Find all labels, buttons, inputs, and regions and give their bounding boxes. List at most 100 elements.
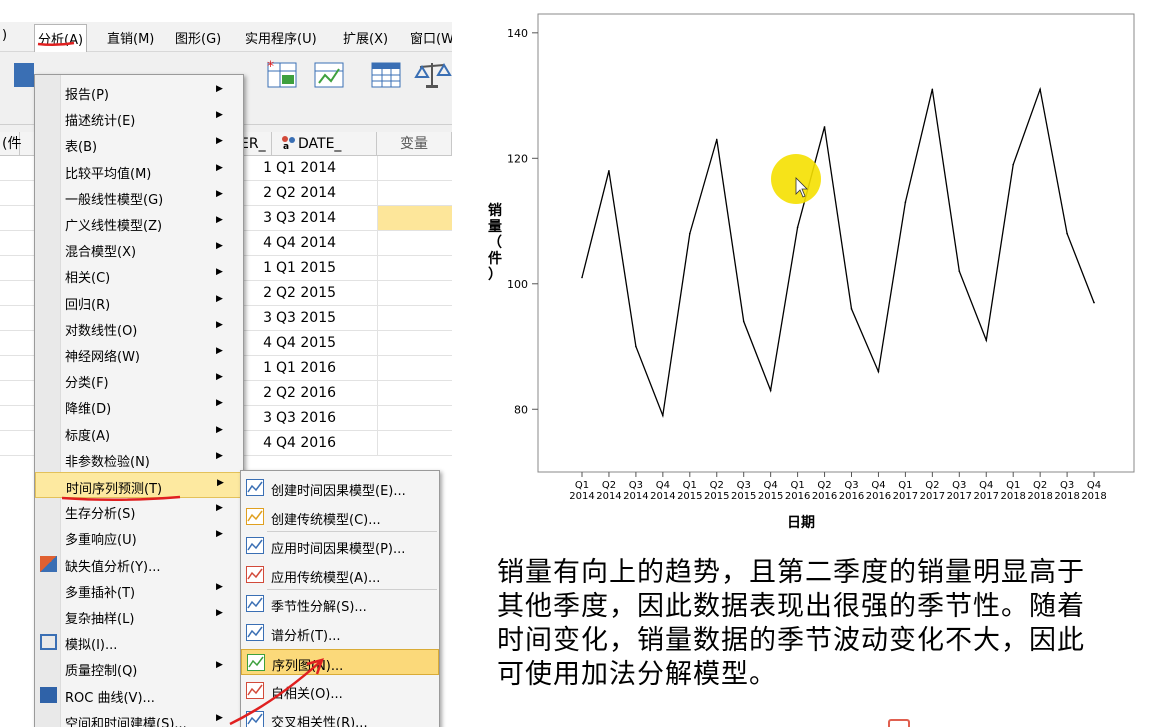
insert-cases-icon[interactable]: *: [264, 57, 300, 91]
x-tick-label-quarter: Q3: [952, 480, 966, 491]
x-tick-label-year: 2016: [785, 491, 810, 502]
y-tick-label: 80: [514, 403, 528, 416]
weight-cases-icon[interactable]: [414, 57, 452, 91]
cell-new-variable[interactable]: [377, 281, 452, 305]
cell-new-variable[interactable]: [377, 431, 452, 455]
cell-new-variable[interactable]: [377, 306, 452, 330]
cell-date[interactable]: Q1 2015: [276, 256, 376, 280]
analyze-menu-item[interactable]: 分类(F) ▶: [35, 367, 243, 393]
analyze-menu-item[interactable]: 复杂抽样(L) ▶: [35, 603, 243, 629]
analyze-menu-item[interactable]: ROC 曲线(V)...: [35, 682, 243, 708]
analyze-menu-item[interactable]: 比较平均值(M) ▶: [35, 158, 243, 184]
cell-new-variable[interactable]: [377, 231, 452, 255]
x-tick-label-year: 2015: [758, 491, 783, 502]
analyze-menu-item[interactable]: 一般线性模型(G) ▶: [35, 184, 243, 210]
analyze-menu-item[interactable]: 混合模型(X) ▶: [35, 236, 243, 262]
menu-window[interactable]: 窗口(W: [410, 28, 452, 47]
menu-item-label: 季节性分解(S)...: [271, 600, 367, 615]
create-traditional-model-icon: [246, 508, 264, 525]
x-tick-label-quarter: Q3: [629, 480, 643, 491]
analyze-menu-item[interactable]: 非参数检验(N) ▶: [35, 446, 243, 472]
menu-item-label: 缺失值分析(Y)...: [65, 559, 161, 575]
analyze-menu-item[interactable]: 质量控制(Q) ▶: [35, 655, 243, 681]
time-series-submenu-item[interactable]: 应用传统模型(A)...: [241, 562, 439, 588]
cell-new-variable[interactable]: [377, 406, 452, 430]
x-tick-label-year: 2016: [866, 491, 891, 502]
x-tick-label-year: 2014: [650, 491, 675, 502]
svg-text:*: *: [267, 59, 274, 75]
time-series-submenu-item[interactable]: 季节性分解(S)...: [241, 591, 439, 617]
analyze-menu-item[interactable]: 多重响应(U) ▶: [35, 524, 243, 550]
y-tick-label: 120: [507, 152, 528, 165]
analyze-menu-item[interactable]: 标度(A) ▶: [35, 420, 243, 446]
cell-date[interactable]: Q1 2016: [276, 356, 376, 380]
analyze-menu-item[interactable]: 缺失值分析(Y)...: [35, 551, 243, 577]
cell-new-variable[interactable]: [377, 206, 452, 230]
x-axis-label: 日期: [787, 515, 815, 531]
partial-icon-bottom: [888, 719, 910, 727]
column-header-date-label: DATE_: [298, 136, 342, 152]
time-series-submenu-item[interactable]: 创建传统模型(C)...: [241, 504, 439, 530]
y-axis-label-char: （: [488, 235, 502, 251]
menu-extensions[interactable]: 扩展(X): [343, 28, 388, 47]
time-series-submenu-item[interactable]: 应用时间因果模型(P)...: [241, 533, 439, 559]
split-file-icon[interactable]: [368, 57, 404, 91]
insert-variable-icon[interactable]: [311, 57, 347, 91]
menu-direct-marketing[interactable]: 直销(M): [107, 28, 154, 47]
cell-date[interactable]: Q3 2015: [276, 306, 376, 330]
analyze-menu-item[interactable]: 描述统计(E) ▶: [35, 105, 243, 131]
x-tick-label-year: 2015: [677, 491, 702, 502]
cell-date[interactable]: Q3 2014: [276, 206, 376, 230]
time-series-submenu-item[interactable]: 谱分析(T)...: [241, 620, 439, 646]
column-header-var-partial[interactable]: ER_: [240, 132, 272, 156]
x-tick-label-quarter: Q1: [575, 480, 589, 491]
analyze-menu: 报告(P) ▶ 描述统计(E) ▶ 表(B) ▶ 比较平均值(M) ▶ 一般线性模型(G) ▶ 广义…: [34, 74, 244, 727]
cell-new-variable[interactable]: [377, 356, 452, 380]
cell-date[interactable]: Q4 2014: [276, 231, 376, 255]
menu-item-label: 表(B): [65, 140, 98, 156]
cell-date[interactable]: Q2 2014: [276, 181, 376, 205]
analyze-menu-item[interactable]: 报告(P) ▶: [35, 79, 243, 105]
y-axis-label-char: ）: [488, 267, 502, 283]
cell-date[interactable]: Q2 2015: [276, 281, 376, 305]
column-header-new-variable[interactable]: 变量: [377, 132, 452, 156]
analyze-menu-item[interactable]: 回归(R) ▶: [35, 289, 243, 315]
cell-new-variable[interactable]: [377, 181, 452, 205]
cell-date[interactable]: Q1 2014: [276, 156, 376, 180]
cell-new-variable[interactable]: [377, 256, 452, 280]
analyze-menu-item[interactable]: 神经网络(W) ▶: [35, 341, 243, 367]
cell-date[interactable]: Q3 2016: [276, 406, 376, 430]
submenu-arrow-icon: ▶: [216, 84, 223, 94]
simulation-icon: [40, 634, 57, 651]
menu-utilities[interactable]: 实用程序(U): [245, 28, 317, 47]
spectral-analysis-icon: [246, 624, 264, 641]
column-header-date[interactable]: a DATE_: [272, 132, 377, 156]
analyze-menu-item[interactable]: 空间和时间建模(S)... ▶: [35, 708, 243, 727]
analyze-menu-item[interactable]: 表(B) ▶: [35, 131, 243, 157]
column-header-partial[interactable]: (件: [0, 132, 21, 156]
menu-graphs[interactable]: 图形(G): [175, 28, 221, 47]
cell-new-variable[interactable]: [377, 331, 452, 355]
cell-date[interactable]: Q4 2016: [276, 431, 376, 455]
analyze-menu-item[interactable]: 模拟(I)...: [35, 629, 243, 655]
data-point: [769, 389, 772, 392]
menu-item-label: 应用传统模型(A)...: [271, 571, 381, 586]
cell-date[interactable]: Q4 2015: [276, 331, 376, 355]
x-tick-label-quarter: Q2: [710, 480, 724, 491]
data-point: [823, 126, 826, 128]
analyze-menu-item[interactable]: 相关(C) ▶: [35, 262, 243, 288]
analyze-menu-item[interactable]: 对数线性(O) ▶: [35, 315, 243, 341]
menu-separator: [267, 589, 437, 590]
cell-new-variable[interactable]: [377, 156, 452, 180]
time-series-submenu-item[interactable]: 创建时间因果模型(E)...: [241, 475, 439, 501]
caption-line: 销量有向上的趋势，且第二季度的销量明显高于: [497, 557, 1085, 588]
analyze-menu-item[interactable]: 降维(D) ▶: [35, 393, 243, 419]
x-tick-label-year: 2017: [920, 491, 945, 502]
menu-item-label: 一般线性模型(G): [65, 192, 164, 208]
analyze-menu-item[interactable]: 多重插补(T) ▶: [35, 577, 243, 603]
x-tick-label-quarter: Q4: [656, 480, 670, 491]
menu-separator: [267, 531, 437, 532]
cell-new-variable[interactable]: [377, 381, 452, 405]
cell-date[interactable]: Q2 2016: [276, 381, 376, 405]
analyze-menu-item[interactable]: 广义线性模型(Z) ▶: [35, 210, 243, 236]
